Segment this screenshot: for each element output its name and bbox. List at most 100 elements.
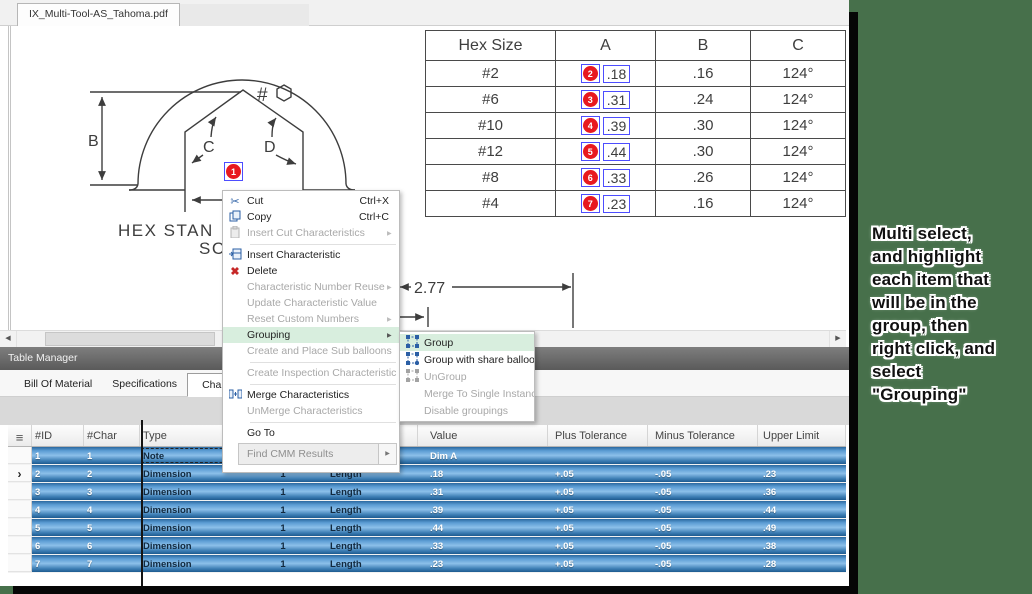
canvas-left-splitter[interactable] — [8, 26, 11, 330]
cell-upper-limit: .38 — [758, 537, 846, 554]
grid-row-selected[interactable]: 3 3 Dimension 1 Length .31 +.05 -.05 .36 — [8, 483, 846, 501]
hex-size-cell: #8 — [426, 165, 556, 191]
dim-label-d: D — [264, 139, 276, 156]
grid-row-selected[interactable]: 6 6 Dimension 1 Length .33 +.05 -.05 .38 — [8, 537, 846, 555]
column-header-id[interactable]: #ID — [32, 425, 84, 446]
cell-upper-limit: .36 — [758, 483, 846, 500]
annotation-line: select — [872, 360, 1028, 383]
column-header-plus-tolerance[interactable]: Plus Tolerance — [548, 425, 648, 446]
row-gutter[interactable] — [8, 537, 32, 554]
hex-size-cell: #4 — [426, 191, 556, 217]
grid-row-selected[interactable]: › 2 2 Dimension 1 Length .18 +.05 -.05 .… — [8, 465, 846, 483]
row-gutter[interactable] — [8, 519, 32, 536]
hex-c-cell: 124° — [751, 139, 846, 165]
drawing-canvas[interactable]: B C D # HEX STAN SC 2.77 1 Hex Size A B … — [0, 26, 849, 347]
cell-value: .33 — [418, 537, 548, 554]
cell-char: 5 — [84, 519, 140, 536]
find-cmm-results-box: Find CMM Results ▶ — [238, 443, 397, 465]
menu-item-create-inspection-characteristic: Create Inspection Characteristic — [223, 365, 399, 381]
ballooned-value[interactable]: .31 — [603, 91, 630, 109]
cell-value: .18 — [418, 465, 548, 482]
context-menu: ✂ Cut Ctrl+X Copy Ctrl+C Insert Cut Char… — [222, 190, 400, 473]
balloon-selection-box[interactable]: 3 — [581, 90, 600, 109]
cell-type: Dimension — [140, 519, 258, 536]
tab-specifications[interactable]: Specifications — [102, 372, 187, 396]
ballooned-value[interactable]: .44 — [603, 143, 630, 161]
row-gutter[interactable] — [8, 447, 32, 464]
ballooned-value[interactable]: .18 — [603, 65, 630, 83]
balloon-selection-box[interactable]: 5 — [581, 142, 600, 161]
ballooned-value[interactable]: .23 — [603, 195, 630, 213]
drawing-caption-top: HEX STAN — [118, 221, 214, 240]
tab-bill-of-material[interactable]: Bill Of Material — [14, 372, 102, 396]
cell-plus-tolerance: +.05 — [548, 537, 648, 554]
column-resize-guide-line — [141, 420, 143, 586]
balloon-selection-box[interactable]: 7 — [581, 194, 600, 213]
balloon-selection-box[interactable]: 6 — [581, 168, 600, 187]
grid-row-selected[interactable]: 1 1 Note Dim A — [8, 447, 846, 465]
menu-item-merge-characteristics[interactable]: Merge Characteristics — [223, 387, 399, 403]
characteristic-balloon[interactable]: 3 — [583, 92, 598, 107]
submenu-item-group[interactable]: Group — [400, 334, 534, 351]
characteristic-balloon[interactable]: 2 — [583, 66, 598, 81]
characteristic-balloon[interactable]: 6 — [583, 170, 598, 185]
hex-a-cell: 5 .44 — [556, 139, 656, 165]
scroll-right-button[interactable]: ▶ — [829, 331, 846, 347]
column-header-minus-tolerance[interactable]: Minus Tolerance — [648, 425, 758, 446]
cell-plus-tolerance: +.05 — [548, 465, 648, 482]
menu-item-cut[interactable]: ✂ Cut Ctrl+X — [223, 193, 399, 209]
document-tab[interactable]: IX_Multi-Tool-AS_Tahoma.pdf — [17, 3, 180, 26]
menu-item-delete[interactable]: ✖ Delete — [223, 263, 399, 279]
copy-icon — [223, 210, 247, 225]
menu-separator — [250, 384, 396, 385]
submenu-item-disable-groupings: Disable groupings — [400, 402, 534, 419]
scroll-left-button[interactable]: ◀ — [0, 331, 17, 347]
annotation-line: and highlight — [872, 245, 1028, 268]
hex-b-cell: .16 — [656, 61, 751, 87]
cell-id: 5 — [32, 519, 84, 536]
row-gutter[interactable] — [8, 483, 32, 500]
annotation-line: each item that — [872, 268, 1028, 291]
hex-table-row: #6 3 .31 .24 124° — [426, 87, 846, 113]
row-gutter[interactable] — [8, 501, 32, 518]
grid-row-selected[interactable]: 5 5 Dimension 1 Length .44 +.05 -.05 .49 — [8, 519, 846, 537]
balloon-selection-box[interactable]: 4 — [581, 116, 600, 135]
group-share-balloon-icon — [400, 352, 424, 368]
row-gutter[interactable] — [8, 555, 32, 572]
cell-subtype: Length — [308, 537, 418, 554]
cell-upper-limit: .49 — [758, 519, 846, 536]
menu-item-characteristic-number-reuse: Characteristic Number Reuse ▶ — [223, 279, 399, 295]
characteristic-balloon[interactable]: 4 — [583, 118, 598, 133]
characteristic-balloon[interactable]: 5 — [583, 144, 598, 159]
cell-plus-tolerance — [548, 447, 648, 464]
ballooned-value[interactable]: .33 — [603, 169, 630, 187]
grid-menu-button[interactable]: ≡ — [8, 425, 32, 446]
menu-item-go-to[interactable]: Go To — [223, 425, 399, 441]
balloon-1[interactable]: 1 — [226, 164, 241, 179]
submenu-arrow-icon: ▶ — [387, 332, 399, 339]
balloon-selection-box[interactable]: 2 — [581, 64, 600, 83]
cell-value: Dim A — [418, 447, 548, 464]
menu-item-insert-characteristic[interactable]: Insert Characteristic — [223, 247, 399, 263]
hex-a-cell: 4 .39 — [556, 113, 656, 139]
column-header-char[interactable]: #Char — [84, 425, 140, 446]
grid-row-selected[interactable]: 7 7 Dimension 1 Length .23 +.05 -.05 .28 — [8, 555, 846, 573]
balloon-1-selection-box[interactable]: 1 — [224, 162, 243, 181]
submenu-item-group-with-share-balloon[interactable]: Group with share balloon — [400, 351, 534, 368]
cell-value: .23 — [418, 555, 548, 572]
annotation-line: right click, and — [872, 337, 1028, 360]
menu-item-copy[interactable]: Copy Ctrl+C — [223, 209, 399, 225]
scrollbar-thumb[interactable] — [45, 332, 215, 346]
column-header-value[interactable]: Value — [418, 425, 548, 446]
row-gutter[interactable]: › — [8, 465, 32, 482]
cell-char: 2 — [84, 465, 140, 482]
submenu-arrow-icon: ▶ — [387, 284, 399, 291]
ballooned-value[interactable]: .39 — [603, 117, 630, 135]
grid-row-selected[interactable]: 4 4 Dimension 1 Length .39 +.05 -.05 .44 — [8, 501, 846, 519]
characteristic-balloon[interactable]: 7 — [583, 196, 598, 211]
menu-item-insert-cut-characteristics: Insert Cut Characteristics ▶ — [223, 225, 399, 241]
column-header-upper-limit[interactable]: Upper Limit — [758, 425, 846, 446]
menu-item-grouping[interactable]: Grouping ▶ — [223, 327, 399, 343]
cell-minus-tolerance: -.05 — [648, 537, 758, 554]
cell-quantity: 1 — [258, 519, 308, 536]
